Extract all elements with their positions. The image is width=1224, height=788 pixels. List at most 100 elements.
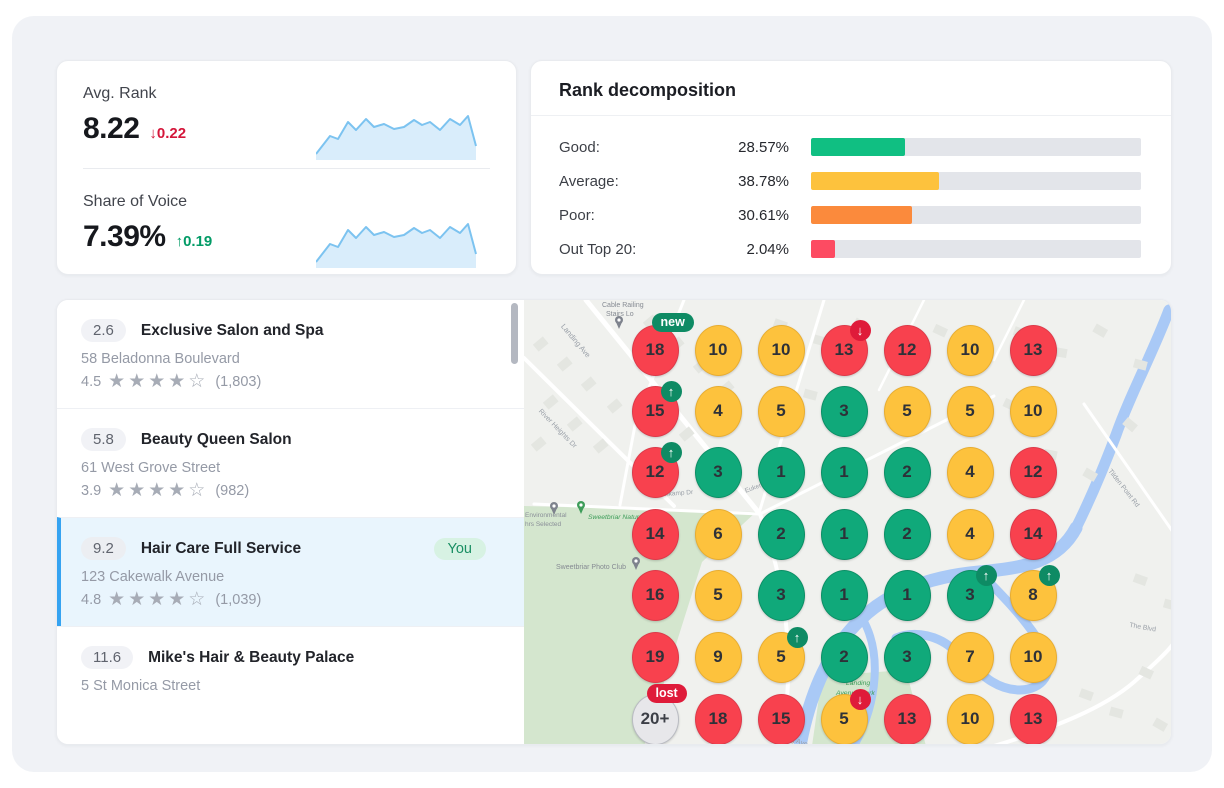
map-rank-marker[interactable]: 18 xyxy=(695,694,742,745)
map-rank-marker[interactable]: 7 xyxy=(947,632,994,683)
map-label: Stairs Lo xyxy=(606,311,634,318)
decomp-label: Poor: xyxy=(559,207,684,224)
rank-number: 4 xyxy=(965,524,974,544)
map-rank-marker[interactable]: 4 xyxy=(947,509,994,560)
map-rank-marker[interactable]: 12 xyxy=(884,325,931,376)
map-rank-marker[interactable]: 5 xyxy=(947,386,994,437)
share-of-voice-metric: Share of Voice 7.39% ↑0.19 xyxy=(57,169,516,276)
business-address: 5 St Monica Street xyxy=(81,678,500,694)
map-rank-marker[interactable]: 10 xyxy=(947,694,994,745)
map-rank-marker[interactable]: 1 xyxy=(758,447,805,498)
avg-rank-label: Avg. Rank xyxy=(83,85,490,103)
map-rank-marker[interactable]: 2 xyxy=(884,509,931,560)
map-rank-marker[interactable]: 5 xyxy=(695,570,742,621)
map[interactable]: Cable RailingStairs LoLanding AveRiver H… xyxy=(524,300,1171,744)
rank-number: 12 xyxy=(646,462,665,482)
map-rank-marker[interactable]: 5 xyxy=(884,386,931,437)
map-rank-marker[interactable]: 13 xyxy=(884,694,931,745)
share-of-voice-delta: ↑0.19 xyxy=(176,233,213,250)
map-rank-marker[interactable]: 1 xyxy=(884,570,931,621)
rank-down-badge: ↓ xyxy=(850,689,871,710)
map-rank-marker[interactable]: 12↑ xyxy=(632,447,679,498)
map-rank-marker[interactable]: 20+lost xyxy=(632,694,679,745)
map-rank-marker[interactable]: 12 xyxy=(1010,447,1057,498)
review-count: (1,803) xyxy=(215,374,261,390)
scrollbar-thumb[interactable] xyxy=(511,303,518,364)
map-rank-marker[interactable]: 9 xyxy=(695,632,742,683)
map-rank-marker[interactable]: 4 xyxy=(947,447,994,498)
avg-rank-value: 8.22 xyxy=(83,112,139,146)
rank-number: 2 xyxy=(839,647,848,667)
map-rank-marker[interactable]: 19 xyxy=(632,632,679,683)
rank-number: 16 xyxy=(646,585,665,605)
business-list-item[interactable]: 9.2Hair Care Full ServiceYou123 Cakewalk… xyxy=(57,517,524,626)
business-list-item[interactable]: 2.6Exclusive Salon and Spa58 Beladonna B… xyxy=(57,300,524,408)
rank-badge: 2.6 xyxy=(81,319,126,342)
map-rank-marker[interactable]: 1 xyxy=(821,447,868,498)
business-title-row: 2.6Exclusive Salon and Spa xyxy=(81,319,500,342)
business-list-item[interactable]: 5.8Beauty Queen Salon61 West Grove Stree… xyxy=(57,408,524,517)
rank-number: 5 xyxy=(902,401,911,421)
map-rank-marker[interactable]: 10 xyxy=(695,325,742,376)
map-rank-marker[interactable]: 15↑ xyxy=(632,386,679,437)
business-address: 61 West Grove Street xyxy=(81,460,500,476)
rank-number: 7 xyxy=(965,647,974,667)
map-rank-marker[interactable]: 1 xyxy=(821,570,868,621)
rank-number: 3 xyxy=(965,585,974,605)
arrow-up-icon: ↑ xyxy=(983,568,990,583)
map-rank-marker[interactable]: 1 xyxy=(821,509,868,560)
rank-number: 2 xyxy=(902,524,911,544)
map-rank-marker[interactable]: 10 xyxy=(1010,632,1057,683)
map-rank-marker[interactable]: 3↑ xyxy=(947,570,994,621)
rank-number: 20+ xyxy=(641,709,670,729)
you-badge: You xyxy=(434,538,486,560)
map-rank-marker[interactable]: 15 xyxy=(758,694,805,745)
rank-badge: 5.8 xyxy=(81,428,126,451)
map-rank-marker[interactable]: 5↓ xyxy=(821,694,868,745)
map-rank-marker[interactable]: 10 xyxy=(947,325,994,376)
rank-number: 3 xyxy=(902,647,911,667)
map-rank-marker[interactable]: 3 xyxy=(821,386,868,437)
rank-decomposition-title: Rank decomposition xyxy=(531,61,1171,115)
rank-number: 1 xyxy=(839,585,848,605)
decomp-progress-fill xyxy=(811,172,939,190)
decomp-value: 28.57% xyxy=(684,139,789,156)
down-arrow-icon: ↓ xyxy=(149,125,157,142)
map-rank-marker[interactable]: 3 xyxy=(695,447,742,498)
map-rank-marker[interactable]: 13 xyxy=(1010,325,1057,376)
rank-decomposition-rows: Good:28.57%Average:38.78%Poor:30.61%Out … xyxy=(531,116,1171,261)
map-rank-marker[interactable]: 13↓ xyxy=(821,325,868,376)
decomp-value: 2.04% xyxy=(684,241,789,258)
map-rank-marker[interactable]: 4 xyxy=(695,386,742,437)
map-rank-marker[interactable]: 10 xyxy=(1010,386,1057,437)
rank-number: 3 xyxy=(713,462,722,482)
map-rank-marker[interactable]: 5↑ xyxy=(758,632,805,683)
map-rank-marker[interactable]: 6 xyxy=(695,509,742,560)
map-rank-marker[interactable]: 14 xyxy=(632,509,679,560)
avg-rank-delta-value: 0.22 xyxy=(157,125,186,142)
business-list[interactable]: 2.6Exclusive Salon and Spa58 Beladonna B… xyxy=(57,300,524,744)
rank-number: 1 xyxy=(839,462,848,482)
star-rating-icons: ★★★★☆ xyxy=(108,590,208,609)
rank-number: 1 xyxy=(902,585,911,605)
map-rank-marker[interactable]: 10 xyxy=(758,325,805,376)
map-rank-marker[interactable]: 13 xyxy=(1010,694,1057,745)
map-rank-marker[interactable]: 18new xyxy=(632,325,679,376)
rank-number: 19 xyxy=(646,647,665,667)
map-rank-marker[interactable]: 2 xyxy=(821,632,868,683)
map-rank-marker[interactable]: 2 xyxy=(884,447,931,498)
map-rank-marker[interactable]: 3 xyxy=(758,570,805,621)
map-rank-marker[interactable]: 5 xyxy=(758,386,805,437)
arrow-up-icon: ↑ xyxy=(668,445,675,460)
map-rank-marker[interactable]: 2 xyxy=(758,509,805,560)
rating-value: 4.8 xyxy=(81,592,101,608)
map-rank-marker[interactable]: 8↑ xyxy=(1010,570,1057,621)
map-rank-marker[interactable]: 3 xyxy=(884,632,931,683)
map-rank-marker[interactable]: 14 xyxy=(1010,509,1057,560)
rank-number: 13 xyxy=(1024,340,1043,360)
business-list-item[interactable]: 11.6Mike's Hair & Beauty Palace5 St Moni… xyxy=(57,626,524,711)
rank-up-badge: ↑ xyxy=(661,381,682,402)
rank-number: 1 xyxy=(839,524,848,544)
map-rank-marker[interactable]: 16 xyxy=(632,570,679,621)
decomp-progress-fill xyxy=(811,206,912,224)
